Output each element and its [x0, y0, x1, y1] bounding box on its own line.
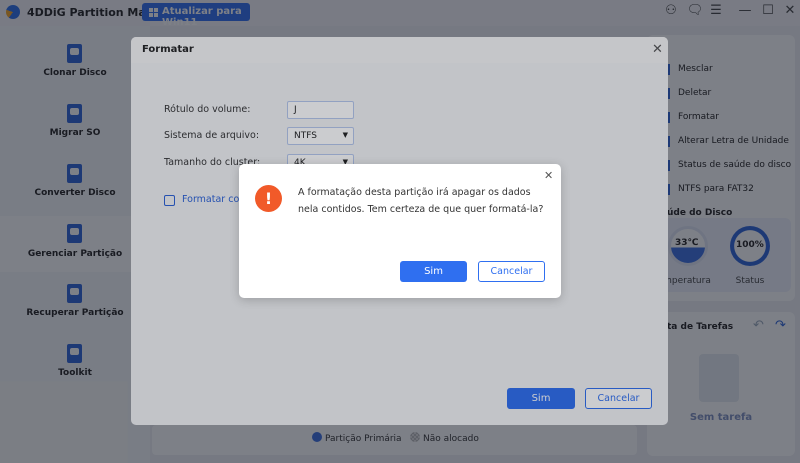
confirm-message: A formatação desta partição irá apagar o…	[298, 187, 544, 215]
confirm-dialog: ! A formatação desta partição irá apagar…	[239, 164, 561, 298]
confirm-ok-button[interactable]: Sim	[400, 261, 467, 282]
confirm-cancel-button[interactable]: Cancelar	[478, 261, 545, 282]
close-icon[interactable]: ✕	[544, 169, 553, 182]
warning-icon: !	[255, 185, 282, 212]
